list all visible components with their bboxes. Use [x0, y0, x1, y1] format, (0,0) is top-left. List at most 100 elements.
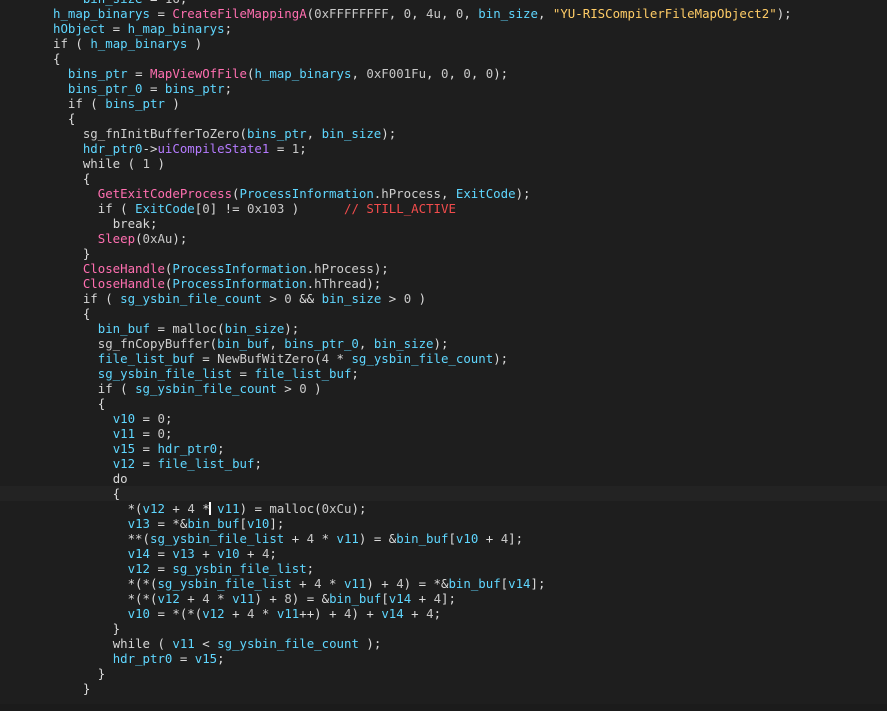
code-punct: =	[135, 411, 158, 426]
code-line[interactable]: *(v12 + 4 * v11) = malloc(0xCu);	[0, 501, 887, 516]
code-function: malloc	[269, 501, 315, 516]
code-line[interactable]: sg_fnInitBufferToZero(bins_ptr, bin_size…	[0, 126, 887, 141]
code-line[interactable]: v11 = 0;	[0, 426, 887, 441]
code-punct: )	[411, 291, 427, 306]
code-punct: {	[53, 111, 76, 126]
code-punct: ;	[433, 606, 442, 621]
code-line[interactable]: if ( bins_ptr )	[0, 96, 887, 111]
code-line[interactable]: break;	[0, 216, 887, 231]
code-variable: file_list_buf	[97, 351, 195, 366]
code-number: 0xFFFFFFFF	[314, 6, 389, 21]
code-line[interactable]: v15 = hdr_ptr0;	[0, 441, 887, 456]
code-line[interactable]: sg_fnCopyBuffer(bin_buf, bins_ptr_0, bin…	[0, 336, 887, 351]
code-number: 0	[284, 291, 292, 306]
code-punct: }	[53, 681, 91, 696]
code-line[interactable]: GetExitCodeProcess(ProcessInformation.hP…	[0, 186, 887, 201]
code-punct: =	[149, 6, 173, 21]
code-line[interactable]: v13 = *&bin_buf[v10];	[0, 516, 887, 531]
code-line[interactable]: {	[0, 396, 887, 411]
code-line[interactable]: {	[0, 306, 887, 321]
code-line[interactable]: {	[0, 51, 887, 66]
code-variable: bin_buf	[187, 516, 240, 531]
code-punct: *	[209, 591, 233, 606]
code-punct: +	[403, 606, 427, 621]
code-variable: ExitCode	[455, 186, 516, 201]
code-variable: v11	[276, 606, 300, 621]
code-punct: =	[135, 456, 158, 471]
code-line[interactable]: CloseHandle(ProcessInformation.hThread);	[0, 276, 887, 291]
code-line[interactable]: bins_ptr = MapViewOfFile(h_map_binarys, …	[0, 66, 887, 81]
code-punct: (	[314, 501, 322, 516]
code-line[interactable]: bin_buf = malloc(bin_size);	[0, 321, 887, 336]
code-punct: =	[135, 426, 158, 441]
code-punct: [	[381, 591, 389, 606]
code-punct: (	[306, 6, 315, 21]
code-line[interactable]: if ( h_map_binarys )	[0, 36, 887, 51]
code-line[interactable]: sg_ysbin_file_list = file_list_buf;	[0, 366, 887, 381]
code-variable: v12	[127, 561, 150, 576]
code-punct	[53, 201, 98, 216]
code-line[interactable]: bins_ptr_0 = bins_ptr;	[0, 81, 887, 96]
code-line[interactable]: }	[0, 621, 887, 636]
code-line[interactable]: }	[0, 681, 887, 696]
code-punct: +	[291, 576, 315, 591]
code-punct: )	[187, 36, 203, 51]
code-line[interactable]: do	[0, 471, 887, 486]
code-line[interactable]: {	[0, 486, 887, 501]
code-variable: ProcessInformation	[172, 276, 307, 291]
code-line[interactable]: if ( ExitCode[0] != 0x103 ) // STILL_ACT…	[0, 201, 887, 216]
code-punct: );	[381, 126, 397, 141]
code-punct: ;	[164, 426, 173, 441]
code-punct: {	[53, 396, 106, 411]
code-number: 4u	[426, 6, 441, 21]
code-line[interactable]: *(*(sg_ysbin_file_list + 4 * v11) + 4) =…	[0, 576, 887, 591]
code-function: sg_fnInitBufferToZero	[82, 126, 240, 141]
code-line[interactable]: v12 = file_list_buf;	[0, 456, 887, 471]
code-punct	[53, 291, 83, 306]
code-line[interactable]: v14 = v13 + v10 + 4;	[0, 546, 887, 561]
code-punct: ,	[463, 6, 479, 21]
code-punct: .	[306, 276, 315, 291]
code-line[interactable]: while ( v11 < sg_ysbin_file_count );	[0, 636, 887, 651]
code-punct: )	[306, 381, 322, 396]
code-punct: {	[53, 306, 91, 321]
code-line[interactable]: *(*(v12 + 4 * v11) + 8) = &bin_buf[v14 +…	[0, 591, 887, 606]
code-line[interactable]: v10 = *(*(v12 + 4 * v11++) + 4) + v14 + …	[0, 606, 887, 621]
code-line[interactable]: h_map_binarys = CreateFileMappingA(0xFFF…	[0, 6, 887, 21]
code-line[interactable]: while ( 1 )	[0, 156, 887, 171]
code-line[interactable]: **(sg_ysbin_file_list + 4 * v11) = &bin_…	[0, 531, 887, 546]
code-punct: );	[351, 501, 367, 516]
code-line[interactable]: hdr_ptr0->uiCompileState1 = 1;	[0, 141, 887, 156]
code-punct: ) =	[239, 501, 270, 516]
pseudocode-view[interactable]: bin_size = 16;h_map_binarys = CreateFile…	[0, 0, 887, 711]
code-punct: *	[254, 606, 277, 621]
code-line[interactable]: Sleep(0xAu);	[0, 231, 887, 246]
code-punct: {	[53, 486, 121, 501]
code-variable: bin_buf	[217, 336, 270, 351]
code-line[interactable]: }	[0, 666, 887, 681]
code-variable: sg_ysbin_file_list	[172, 561, 307, 576]
code-line[interactable]: if ( sg_ysbin_file_count > 0 && bin_size…	[0, 291, 887, 306]
code-line[interactable]: {	[0, 171, 887, 186]
code-variable: v15	[112, 441, 136, 456]
code-line[interactable]: v12 = sg_ysbin_file_list;	[0, 561, 887, 576]
code-line[interactable]: v10 = 0;	[0, 411, 887, 426]
code-line[interactable]: file_list_buf = NewBufWitZero(4 * sg_ysb…	[0, 351, 887, 366]
code-line[interactable]: }	[0, 246, 887, 261]
code-punct	[53, 426, 113, 441]
horizontal-scroll-area[interactable]	[0, 704, 887, 711]
code-number: 0	[299, 381, 307, 396]
code-line[interactable]: if ( sg_ysbin_file_count > 0 )	[0, 381, 887, 396]
code-line[interactable]: hdr_ptr0 = v15;	[0, 651, 887, 666]
code-punct: +	[179, 591, 203, 606]
code-member: uiCompileState1	[157, 141, 270, 156]
code-line[interactable]: CloseHandle(ProcessInformation.hProcess)…	[0, 261, 887, 276]
code-variable: v11	[336, 531, 359, 546]
code-number: 8	[284, 591, 292, 606]
code-line[interactable]: hObject = h_map_binarys;	[0, 21, 887, 36]
code-punct: =	[194, 351, 218, 366]
code-punct	[53, 261, 83, 276]
code-punct: *(*(	[53, 591, 158, 606]
code-punct: )	[164, 96, 180, 111]
code-line[interactable]: {	[0, 111, 887, 126]
